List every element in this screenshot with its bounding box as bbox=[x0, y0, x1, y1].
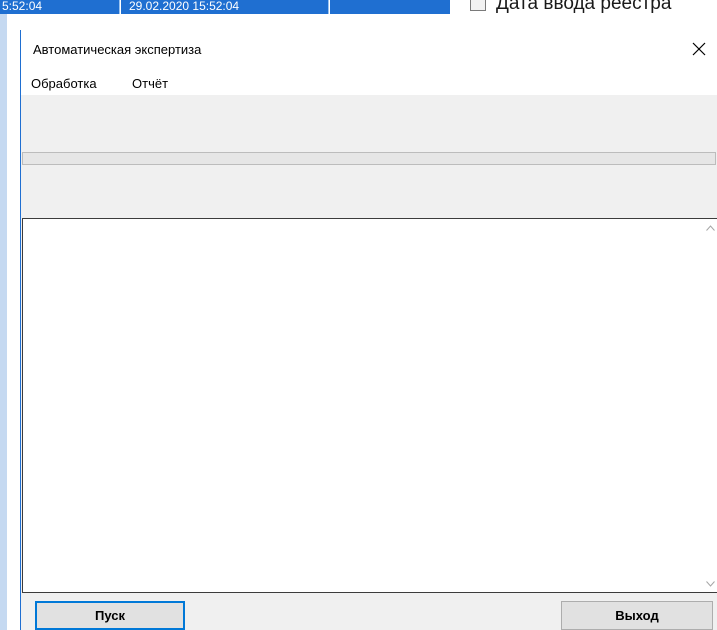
close-icon bbox=[692, 42, 706, 56]
background-table-row: 5:52:04 29.02.2020 15:52:04 Дата ввода р… bbox=[0, 0, 717, 14]
scroll-down-button[interactable] bbox=[702, 575, 717, 592]
background-cell-datetime: 29.02.2020 15:52:04 bbox=[121, 0, 329, 14]
chevron-up-icon bbox=[706, 224, 715, 231]
menu-item-processing[interactable]: Обработка bbox=[31, 76, 97, 91]
background-cell-time: 5:52:04 bbox=[0, 0, 120, 14]
progress-bar bbox=[22, 152, 716, 165]
log-textarea[interactable] bbox=[22, 218, 717, 593]
scroll-up-button[interactable] bbox=[702, 219, 717, 236]
menu-bar: Обработка Отчёт bbox=[21, 70, 717, 95]
vertical-scrollbar[interactable] bbox=[702, 219, 717, 592]
menu-item-report[interactable]: Отчёт bbox=[132, 76, 168, 91]
chevron-down-icon bbox=[706, 580, 715, 587]
background-window-frame bbox=[0, 14, 7, 630]
button-bar: Пуск Выход bbox=[21, 593, 717, 630]
background-checkbox bbox=[470, 0, 486, 11]
dialog-titlebar: Автоматическая экспертиза bbox=[21, 30, 717, 70]
options-panel bbox=[21, 95, 717, 152]
dialog-title: Автоматическая экспертиза bbox=[33, 42, 202, 57]
background-column-header: Дата ввода реестра bbox=[496, 0, 672, 14]
auto-expertise-dialog: Автоматическая экспертиза Обработка Отчё… bbox=[20, 30, 717, 630]
exit-button[interactable]: Выход bbox=[561, 601, 713, 630]
start-button[interactable]: Пуск bbox=[35, 601, 185, 630]
screen: 5:52:04 29.02.2020 15:52:04 Дата ввода р… bbox=[0, 0, 717, 630]
background-cell-empty bbox=[330, 0, 450, 14]
status-panel bbox=[21, 165, 717, 218]
close-button[interactable] bbox=[681, 34, 717, 64]
